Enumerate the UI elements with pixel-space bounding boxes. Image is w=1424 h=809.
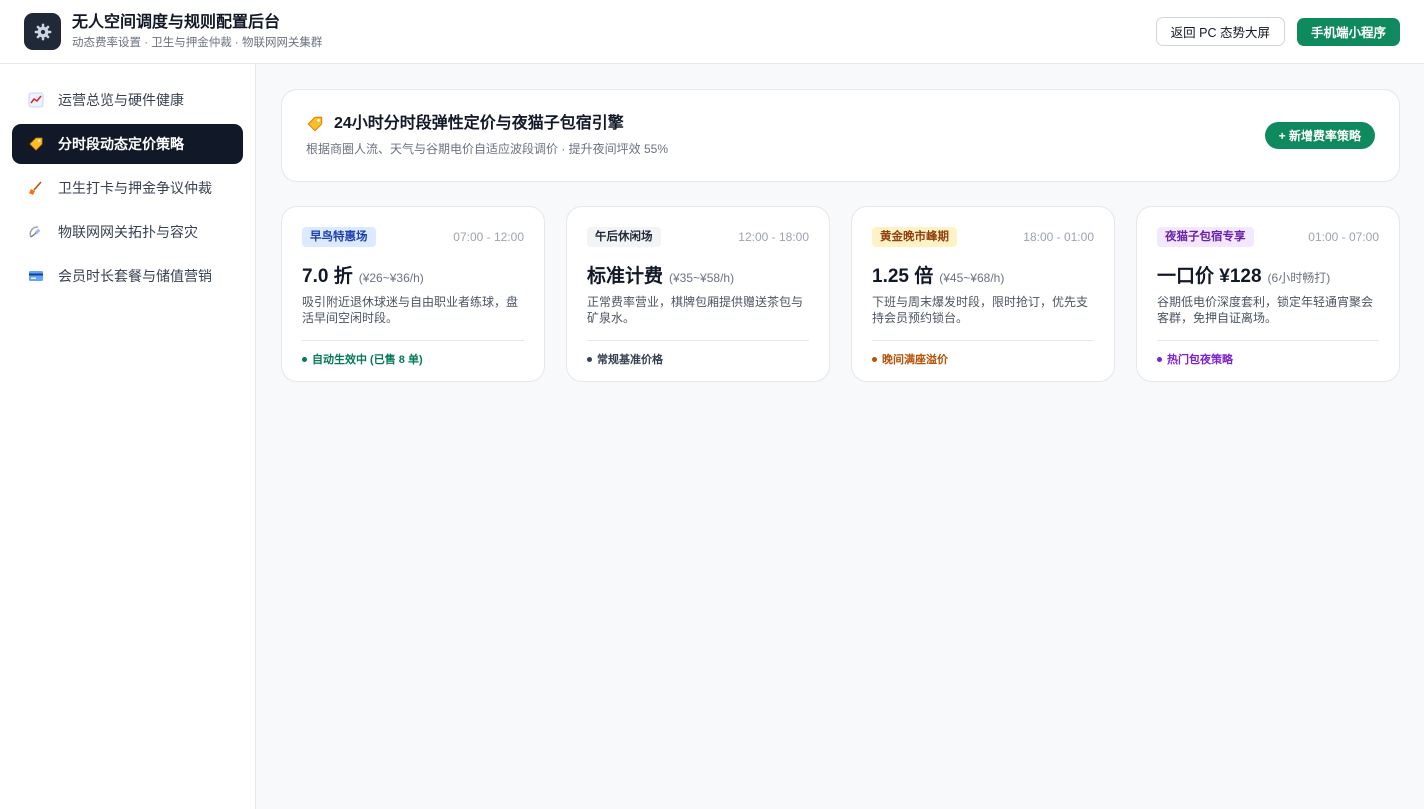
sidebar-item-dynamic-pricing[interactable]: 分时段动态定价策略	[12, 124, 243, 164]
card-icon	[28, 268, 44, 284]
sidebar-item-hygiene-deposit[interactable]: 卫生打卡与押金争议仲裁	[12, 168, 243, 208]
chart-icon	[28, 92, 44, 108]
slot-status: 自动生效中 (已售 8 单)	[302, 351, 524, 367]
slot-price-note: (6小时畅打)	[1267, 271, 1331, 285]
slot-status: 晚间满座溢价	[872, 351, 1094, 367]
slot-description: 吸引附近退休球迷与自由职业者练球，盘活早间空闲时段。	[302, 295, 519, 325]
sidebar-item-operations-overview[interactable]: 运营总览与硬件健康	[12, 80, 243, 120]
sidebar-item-iot-gateway[interactable]: 物联网网关拓扑与容灾	[12, 212, 243, 252]
slot-status: 热门包夜策略	[1157, 351, 1379, 367]
slot-price: 标准计费	[587, 266, 664, 287]
slot-status-label: 热门包夜策略	[1167, 354, 1233, 366]
slot-description: 正常费率营业，棋牌包厢提供赠送茶包与矿泉水。	[587, 295, 804, 325]
broom-icon	[28, 180, 44, 196]
slot-tag: 午后休闲场	[587, 227, 661, 247]
price-tag-icon	[306, 115, 324, 133]
pricing-card-evening-peak[interactable]: 黄金晚市峰期 18:00 - 01:00 1.25 倍 (¥45~¥68/h) …	[851, 206, 1115, 382]
pricing-card-morning[interactable]: 早鸟特惠场 07:00 - 12:00 7.0 折 (¥26~¥36/h) 吸引…	[281, 206, 545, 382]
pricing-engine-banner: 24小时分时段弹性定价与夜猫子包宿引擎 根据商圈人流、天气与谷期电价自适应波段调…	[281, 89, 1400, 182]
price-tag-icon	[28, 136, 44, 152]
slot-status-label: 晚间满座溢价	[882, 354, 948, 366]
status-dot-icon	[1157, 356, 1162, 362]
gear-icon	[24, 13, 61, 50]
sidebar-item-label: 物联网网关拓扑与容灾	[58, 224, 198, 240]
divider	[872, 340, 1094, 341]
slot-price: 7.0 折	[302, 266, 353, 287]
status-dot-icon	[872, 356, 877, 362]
app-header: 无人空间调度与规则配置后台 动态费率设置 · 卫生与押金仲裁 · 物联网网关集群…	[0, 0, 1424, 64]
status-dot-icon	[302, 356, 307, 362]
sidebar-item-label: 会员时长套餐与储值营销	[58, 268, 212, 284]
slot-price-note: (¥35~¥58/h)	[669, 271, 735, 285]
sidebar-item-label: 分时段动态定价策略	[58, 136, 184, 152]
divider	[302, 340, 524, 341]
banner-description: 根据商圈人流、天气与谷期电价自适应波段调价 · 提升夜间坪效 55%	[306, 142, 669, 156]
divider	[587, 340, 809, 341]
status-dot-icon	[587, 356, 592, 362]
back-to-dashboard-button[interactable]: 返回 PC 态势大屏	[1155, 17, 1285, 46]
slot-time: 01:00 - 07:00	[1308, 230, 1379, 244]
slot-status: 常规基准价格	[587, 351, 809, 367]
slot-time: 18:00 - 01:00	[1023, 230, 1094, 244]
divider	[1157, 340, 1379, 341]
slot-description: 谷期低电价深度套利，锁定年轻通宵聚会客群，免押自证离场。	[1157, 295, 1374, 325]
slot-price: 1.25 倍	[872, 266, 934, 287]
sidebar-item-label: 卫生打卡与押金争议仲裁	[58, 180, 212, 196]
add-rate-strategy-button[interactable]: + 新增费率策略	[1264, 122, 1375, 149]
slot-tag: 夜猫子包宿专享	[1157, 227, 1254, 247]
pricing-cards: 早鸟特惠场 07:00 - 12:00 7.0 折 (¥26~¥36/h) 吸引…	[281, 206, 1400, 382]
sidebar: 运营总览与硬件健康 分时段动态定价策略 卫生打卡与押金争议仲裁 物联网网关拓扑与…	[0, 64, 256, 809]
pricing-card-afternoon[interactable]: 午后休闲场 12:00 - 18:00 标准计费 (¥35~¥58/h) 正常费…	[566, 206, 830, 382]
slot-price-note: (¥26~¥36/h)	[358, 271, 424, 285]
slot-description: 下班与周末爆发时段，限时抢订，优先支持会员预约锁台。	[872, 295, 1089, 325]
slot-status-label: 自动生效中 (已售 8 单)	[312, 354, 423, 366]
pricing-card-overnight[interactable]: 夜猫子包宿专享 01:00 - 07:00 一口价 ¥128 (6小时畅打) 谷…	[1136, 206, 1400, 382]
slot-price-note: (¥45~¥68/h)	[939, 271, 1005, 285]
slot-tag: 黄金晚市峰期	[872, 227, 957, 247]
slot-time: 07:00 - 12:00	[453, 230, 524, 244]
main-content: 24小时分时段弹性定价与夜猫子包宿引擎 根据商圈人流、天气与谷期电价自适应波段调…	[257, 64, 1424, 809]
app-title: 无人空间调度与规则配置后台	[72, 14, 281, 31]
app-subtitle: 动态费率设置 · 卫生与押金仲裁 · 物联网网关集群	[72, 37, 323, 49]
mini-program-button[interactable]: 手机端小程序	[1296, 17, 1400, 46]
sidebar-item-membership[interactable]: 会员时长套餐与储值营销	[12, 256, 243, 296]
banner-title: 24小时分时段弹性定价与夜猫子包宿引擎	[334, 115, 624, 132]
slot-status-label: 常规基准价格	[597, 354, 663, 366]
slot-tag: 早鸟特惠场	[302, 227, 376, 247]
slot-time: 12:00 - 18:00	[738, 230, 809, 244]
slot-price: 一口价 ¥128	[1157, 266, 1262, 287]
sidebar-item-label: 运营总览与硬件健康	[58, 92, 184, 108]
satellite-icon	[28, 224, 44, 240]
